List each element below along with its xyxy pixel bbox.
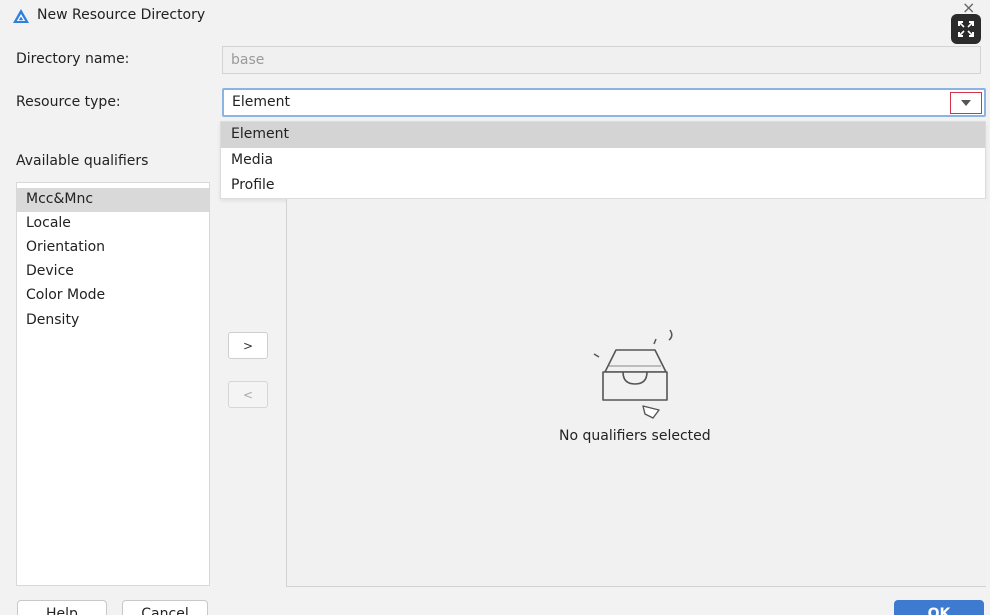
qualifier-item-device[interactable]: Device	[17, 260, 209, 284]
chevron-down-icon	[961, 100, 971, 106]
qualifier-list: Mcc&Mnc Locale Orientation Device Color …	[16, 182, 210, 586]
qualifier-item-density[interactable]: Density	[17, 309, 209, 333]
qualifier-item-orientation[interactable]: Orientation	[17, 236, 209, 260]
cancel-button[interactable]: Cancel	[122, 600, 208, 615]
qualifier-item-mcc-mnc[interactable]: Mcc&Mnc	[17, 188, 209, 212]
resource-type-select[interactable]: Element	[222, 88, 986, 117]
add-qualifier-button[interactable]: >	[228, 332, 268, 359]
dropdown-menu: Element Media Profile	[220, 121, 986, 199]
directory-name-field: base	[222, 46, 981, 74]
dropdown-option-element[interactable]: Element	[221, 122, 985, 148]
dropdown-option-profile[interactable]: Profile	[221, 173, 985, 199]
dropdown-button[interactable]	[950, 92, 982, 114]
dropdown-option-media[interactable]: Media	[221, 148, 985, 174]
help-button[interactable]: Help	[17, 600, 107, 615]
empty-tray-icon	[593, 329, 673, 419]
qualifier-item-color-mode[interactable]: Color Mode	[17, 284, 209, 308]
available-qualifiers-label: Available qualifiers	[16, 153, 149, 169]
resource-type-label: Resource type:	[16, 94, 121, 110]
ok-button[interactable]: OK	[894, 600, 984, 615]
remove-qualifier-button[interactable]: <	[228, 381, 268, 408]
window-title: New Resource Directory	[37, 7, 206, 23]
expand-button[interactable]	[951, 14, 981, 44]
qualifier-item-locale[interactable]: Locale	[17, 212, 209, 236]
app-logo-icon	[13, 9, 29, 23]
empty-state-text: No qualifiers selected	[559, 428, 711, 444]
expand-icon	[958, 21, 974, 37]
directory-name-label: Directory name:	[16, 51, 130, 67]
